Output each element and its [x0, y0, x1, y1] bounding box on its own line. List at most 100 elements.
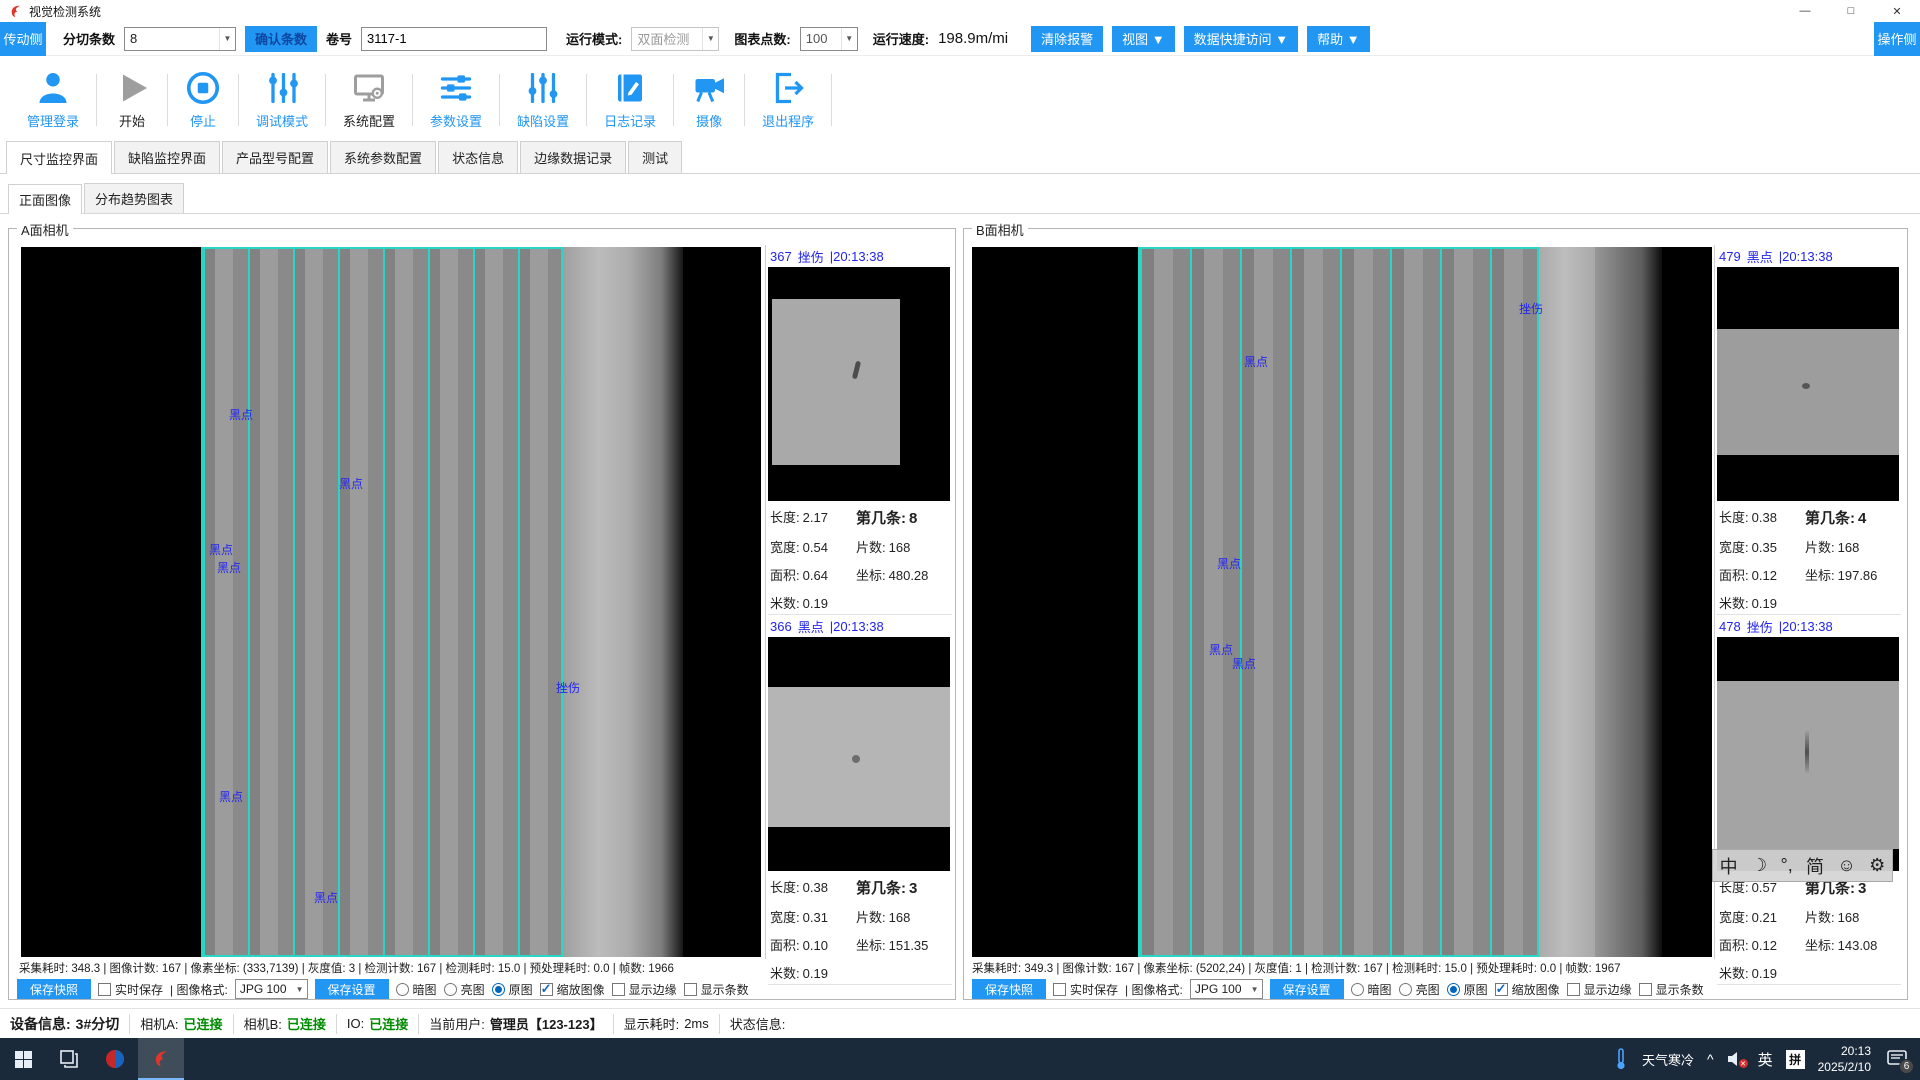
pinned-app-button[interactable]	[92, 1038, 138, 1080]
subtab-trend-chart[interactable]: 分布趋势图表	[84, 183, 184, 213]
defect-card[interactable]: 478 挫伤 |20:13:38 长度:0.57 第几条:3 宽度:0.21 片…	[1717, 615, 1901, 985]
weather-text[interactable]: 天气寒冷	[1642, 1050, 1694, 1069]
show-edges-checkbox[interactable]: 显示边缘	[1567, 981, 1632, 998]
chevron-down-icon: ▼	[1248, 985, 1262, 994]
minimize-button[interactable]: —	[1782, 0, 1828, 22]
notification-center-button[interactable]: 6	[1884, 1046, 1910, 1072]
defect-overlay-label: 黑点	[1209, 641, 1233, 658]
image-format-select[interactable]: JPG 100 ▼	[235, 979, 308, 999]
volume-muted-icon[interactable]: ✕	[1727, 1051, 1745, 1067]
operator-side-tag[interactable]: 操作侧	[1874, 22, 1920, 56]
chevron-down-icon: ▼	[293, 985, 307, 994]
show-strips-checkbox[interactable]: 显示条数	[684, 981, 749, 998]
stop-icon	[185, 70, 221, 106]
help-menu-button[interactable]: 帮助 ▼	[1307, 26, 1369, 52]
camera-a-detail-panel: 367 挫伤 |20:13:38 长度:2.17 第几条:8 宽度:0.54 片…	[765, 245, 953, 959]
parameter-settings-button[interactable]: 参数设置	[413, 70, 499, 130]
confirm-count-button[interactable]: 确认条数	[245, 26, 317, 52]
defect-type: 黑点	[798, 617, 824, 636]
app-flame-logo-icon	[8, 4, 23, 19]
tab-system-param-config[interactable]: 系统参数配置	[330, 141, 436, 173]
realtime-save-checkbox[interactable]: 实时保存	[1053, 981, 1118, 998]
chevron-down-icon: ▼	[702, 28, 718, 50]
defect-width: 0.54	[803, 540, 828, 555]
tray-clock[interactable]: 20:13 2025/2/10	[1818, 1043, 1871, 1075]
original-image-radio[interactable]: 原图	[1447, 981, 1488, 998]
tab-product-model-config[interactable]: 产品型号配置	[222, 141, 328, 173]
log-record-button[interactable]: 日志记录	[587, 70, 673, 130]
maximize-button[interactable]: □	[1828, 0, 1874, 22]
stop-button[interactable]: 停止	[168, 70, 238, 130]
tray-expand-icon[interactable]: ^	[1707, 1051, 1714, 1067]
defect-overlay-label: 黑点	[217, 559, 241, 576]
start-menu-button[interactable]	[0, 1038, 46, 1080]
defect-overlay-label: 挫伤	[556, 679, 580, 696]
ime-punctuation-icon[interactable]: °,	[1781, 855, 1793, 876]
ime-emoji-icon[interactable]: ☺	[1837, 855, 1855, 876]
defect-card[interactable]: 366 黑点 |20:13:38 长度:0.38 第几条:3 宽度:0.31 片…	[768, 615, 952, 985]
close-button[interactable]: ✕	[1874, 0, 1920, 22]
dark-image-radio[interactable]: 暗图	[1351, 981, 1392, 998]
language-indicator[interactable]: 英	[1758, 1049, 1773, 1070]
show-strips-checkbox[interactable]: 显示条数	[1639, 981, 1704, 998]
defect-id: 479	[1719, 249, 1741, 264]
admin-login-button[interactable]: 管理登录	[10, 70, 96, 130]
title-bar: 视觉检测系统 — □ ✕	[0, 0, 1920, 22]
ime-simplified-mode[interactable]: 简	[1806, 853, 1824, 879]
tab-edge-data-record[interactable]: 边缘数据记录	[520, 141, 626, 173]
chart-points-select[interactable]: 100 ▼	[800, 27, 858, 51]
camera-record-button[interactable]: 摄像	[674, 70, 744, 130]
original-image-radio[interactable]: 原图	[492, 981, 533, 998]
save-settings-button[interactable]: 保存设置	[1270, 979, 1344, 999]
start-button[interactable]: 开始	[97, 70, 167, 130]
data-quick-access-button[interactable]: 数据快捷访问 ▼	[1184, 26, 1298, 52]
video-camera-icon	[691, 70, 727, 106]
ime-language-bar[interactable]: 中 ☽ °, 简 ☺ ⚙	[1712, 849, 1893, 882]
ime-halfwidth-moon-icon[interactable]: ☽	[1751, 855, 1767, 876]
zoom-image-checkbox[interactable]: 缩放图像	[540, 981, 605, 998]
save-settings-button[interactable]: 保存设置	[315, 979, 389, 999]
ime-chinese-mode[interactable]: 中	[1720, 853, 1738, 879]
defect-id: 367	[770, 249, 792, 264]
tab-status-info[interactable]: 状态信息	[438, 141, 518, 173]
view-menu-button[interactable]: 视图 ▼	[1112, 26, 1174, 52]
ime-settings-icon[interactable]: ⚙	[1869, 855, 1885, 876]
show-edges-checkbox[interactable]: 显示边缘	[612, 981, 677, 998]
save-snapshot-button[interactable]: 保存快照	[17, 979, 91, 999]
play-icon	[114, 70, 150, 106]
vision-app-button[interactable]	[138, 1038, 184, 1080]
checkbox-icon	[1053, 983, 1066, 996]
save-snapshot-button[interactable]: 保存快照	[972, 979, 1046, 999]
defect-meters: 0.19	[803, 966, 828, 981]
task-view-button[interactable]	[46, 1038, 92, 1080]
defect-card[interactable]: 367 挫伤 |20:13:38 长度:2.17 第几条:8 宽度:0.54 片…	[768, 245, 952, 615]
debug-mode-button[interactable]: 调试模式	[239, 70, 325, 130]
defect-meters: 0.19	[803, 596, 828, 611]
realtime-save-checkbox[interactable]: 实时保存	[98, 981, 163, 998]
defect-area: 0.64	[803, 568, 828, 583]
dark-image-radio[interactable]: 暗图	[396, 981, 437, 998]
defect-meters: 0.19	[1752, 596, 1777, 611]
defect-settings-button[interactable]: 缺陷设置	[500, 70, 586, 130]
run-mode-select[interactable]: 双面检测 ▼	[631, 27, 719, 51]
radio-icon	[1399, 983, 1412, 996]
system-config-button[interactable]: 系统配置	[326, 70, 412, 130]
bright-image-radio[interactable]: 亮图	[1399, 981, 1440, 998]
defect-strip-no: 3	[1858, 880, 1866, 897]
image-format-select[interactable]: JPG 100 ▼	[1190, 979, 1263, 999]
zoom-image-checkbox[interactable]: 缩放图像	[1495, 981, 1560, 998]
roll-number-input[interactable]	[361, 27, 547, 51]
exit-program-button[interactable]: 退出程序	[745, 70, 831, 130]
subtab-front-image[interactable]: 正面图像	[8, 184, 82, 214]
slit-count-select[interactable]: 8 ▼	[124, 27, 236, 51]
checkbox-icon	[98, 983, 111, 996]
bright-image-radio[interactable]: 亮图	[444, 981, 485, 998]
clear-alarm-button[interactable]: 清除报警	[1031, 26, 1103, 52]
ime-mode-indicator[interactable]: 拼	[1786, 1050, 1805, 1069]
tab-test[interactable]: 测试	[628, 141, 682, 173]
tab-defect-monitor[interactable]: 缺陷监控界面	[114, 141, 220, 173]
camera-b-controls: 保存快照 实时保存 | 图像格式: JPG 100 ▼ 保存设置 暗图 亮图 原…	[972, 978, 1704, 1000]
tab-size-monitor[interactable]: 尺寸监控界面	[6, 141, 112, 174]
drive-side-tag[interactable]: 传动侧	[0, 22, 46, 56]
defect-card[interactable]: 479 黑点 |20:13:38 长度:0.38 第几条:4 宽度:0.35 片…	[1717, 245, 1901, 615]
